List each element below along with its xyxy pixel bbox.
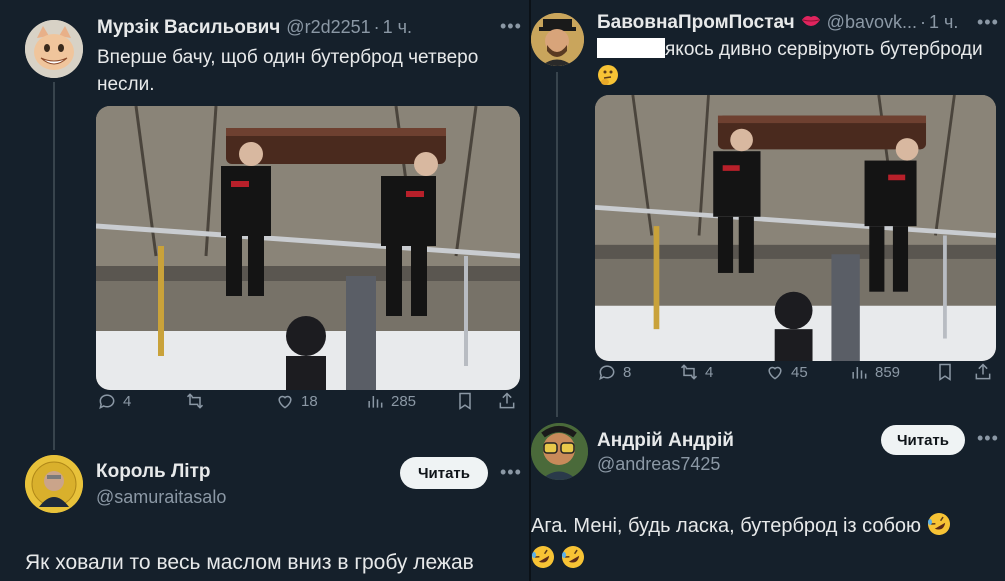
like-icon bbox=[278, 395, 292, 409]
views-icon bbox=[852, 367, 867, 379]
left-screenshot-panel: Мурзік Васильович @r2d2251 · 1 ч. ••• Вп… bbox=[0, 0, 529, 581]
views-count: 859 bbox=[875, 363, 901, 381]
reply-icon bbox=[599, 365, 615, 381]
display-name[interactable]: БавовнаПромПостач bbox=[597, 12, 795, 34]
display-name[interactable]: Мурзік Васильович bbox=[97, 17, 280, 39]
tweet-text: Вперше бачу, щоб один бутерброд четверо … bbox=[97, 47, 479, 95]
follow-button[interactable]: Читать bbox=[400, 457, 488, 489]
avatar[interactable] bbox=[531, 13, 584, 66]
reply-handle-row: @andreas7425 bbox=[597, 454, 720, 475]
like-icon bbox=[768, 366, 782, 380]
bookmark-icon bbox=[939, 363, 951, 381]
user-handle[interactable]: @bavovk... bbox=[827, 12, 917, 33]
thread-line bbox=[556, 72, 558, 417]
reply-button[interactable]: 4 bbox=[97, 391, 131, 411]
avatar[interactable] bbox=[531, 423, 588, 480]
reply-header: Андрій Андрій bbox=[597, 430, 734, 452]
rofl-emoji-icon bbox=[531, 545, 555, 578]
timestamp[interactable]: 1 ч. bbox=[383, 17, 412, 38]
share-button[interactable] bbox=[973, 362, 993, 382]
user-handle[interactable]: @andreas7425 bbox=[597, 454, 720, 475]
separator-dot: · bbox=[373, 17, 380, 37]
like-button[interactable]: 45 bbox=[765, 362, 808, 382]
like-count: 18 bbox=[301, 392, 318, 410]
reply-count: 8 bbox=[623, 363, 632, 381]
share-icon bbox=[499, 392, 515, 409]
tweet-text-container: якось дивно сервірують бутерброди bbox=[597, 36, 1005, 94]
separator-dot: · bbox=[919, 12, 926, 32]
reply-text: Ага. Мені, будь ласка, бутерброд із собо… bbox=[531, 515, 922, 537]
tweet-photo[interactable] bbox=[96, 106, 520, 390]
more-icon[interactable]: ••• bbox=[977, 428, 999, 449]
reply-header: Король Літр bbox=[96, 461, 211, 483]
repost-count: 4 bbox=[705, 363, 714, 381]
more-icon[interactable]: ••• bbox=[500, 462, 522, 483]
share-icon bbox=[975, 363, 991, 380]
tweet-header: БавовнаПромПостач @bavovk... · 1 ч. bbox=[597, 12, 958, 34]
user-handle[interactable]: @r2d2251 bbox=[286, 17, 370, 38]
bookmark-button[interactable] bbox=[935, 362, 955, 382]
rofl-emoji-icon bbox=[561, 545, 585, 578]
views-button[interactable]: 285 bbox=[365, 391, 416, 411]
views-icon bbox=[368, 396, 383, 408]
reply-icon bbox=[99, 394, 115, 410]
more-icon[interactable]: ••• bbox=[500, 16, 522, 37]
views-button[interactable]: 859 bbox=[849, 362, 900, 382]
bookmark-button[interactable] bbox=[455, 391, 475, 411]
tweet-text: якось дивно сервірують бутерброди bbox=[665, 39, 983, 60]
more-icon[interactable]: ••• bbox=[977, 12, 999, 33]
repost-button[interactable]: 4 bbox=[679, 362, 713, 382]
tweet-header: Мурзік Васильович @r2d2251 · 1 ч. bbox=[97, 17, 412, 39]
reply-button[interactable]: 8 bbox=[597, 362, 631, 382]
display-name[interactable]: Король Літр bbox=[96, 461, 211, 483]
follow-button[interactable]: Читать bbox=[881, 425, 965, 455]
views-count: 285 bbox=[391, 392, 417, 410]
repost-icon bbox=[186, 393, 204, 409]
repost-icon bbox=[680, 364, 698, 380]
timestamp[interactable]: 1 ч. bbox=[929, 12, 958, 33]
reply-count: 4 bbox=[123, 392, 132, 410]
reply-text: Як ховали то весь маслом вниз в гробу ле… bbox=[25, 551, 474, 574]
bookmark-icon bbox=[459, 392, 471, 410]
like-button[interactable]: 18 bbox=[275, 391, 318, 411]
tweet-photo[interactable] bbox=[595, 95, 996, 361]
rofl-emoji-icon bbox=[927, 512, 951, 545]
avatar[interactable] bbox=[25, 455, 83, 513]
avatar[interactable] bbox=[25, 20, 83, 78]
reply-text-container: Ага. Мені, будь ласка, бутерброд із собо… bbox=[531, 512, 1001, 578]
display-name[interactable]: Андрій Андрій bbox=[597, 430, 734, 452]
right-screenshot-panel: БавовнаПромПостач @bavovk... · 1 ч. ••• … bbox=[529, 0, 1005, 581]
like-count: 45 bbox=[791, 363, 808, 381]
lips-icon bbox=[801, 12, 821, 33]
repost-button[interactable] bbox=[185, 391, 211, 411]
user-handle[interactable]: @samuraitasalo bbox=[96, 487, 226, 508]
thinking-face-icon bbox=[597, 64, 619, 94]
share-button[interactable] bbox=[497, 391, 517, 411]
redacted-block bbox=[597, 38, 665, 58]
thread-line bbox=[53, 82, 55, 450]
reply-handle-row: @samuraitasalo bbox=[96, 487, 226, 508]
